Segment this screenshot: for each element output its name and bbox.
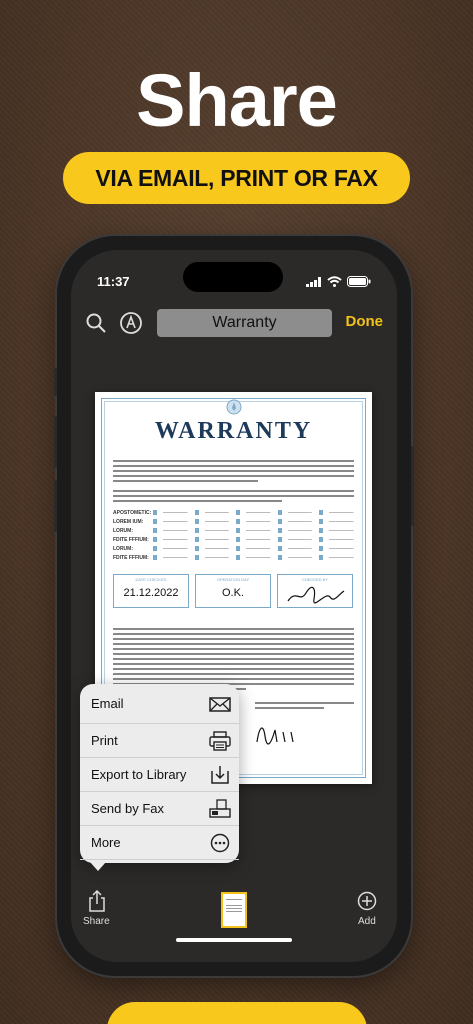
document-paragraph [255, 702, 354, 712]
menu-item-print[interactable]: Print [80, 724, 239, 758]
dynamic-island [183, 262, 283, 292]
status-icons [306, 276, 371, 287]
wifi-icon [327, 276, 342, 287]
info-box-caption: DATE CHECKED [135, 577, 167, 582]
signal-icon [306, 276, 321, 287]
checkbox-row [153, 546, 358, 553]
info-box-value: 21.12.2022 [123, 587, 179, 599]
signature-icon [287, 586, 345, 604]
row-label: LOREM IUM: [113, 519, 144, 525]
seal-icon [226, 399, 242, 415]
document-paragraph [113, 460, 354, 485]
checkbox-row [153, 555, 358, 562]
menu-item-export-to-library[interactable]: Export to Library [80, 758, 239, 792]
add-icon[interactable] [357, 891, 377, 911]
volume-up-button [54, 416, 57, 468]
battery-icon [347, 276, 371, 287]
menu-item-label: Export to Library [91, 767, 187, 782]
signature-icon [256, 727, 294, 745]
markup-pen-icon[interactable] [119, 311, 143, 335]
checkbox-row [153, 537, 358, 544]
row-label: LORUM: [113, 546, 133, 552]
power-button [411, 446, 414, 526]
info-box-date: DATE CHECKED 21.12.2022 [113, 574, 189, 608]
row-label: FDITE FFFIUM: [113, 555, 149, 561]
document-title-field[interactable]: Warranty [157, 309, 332, 337]
done-button[interactable]: Done [346, 313, 384, 330]
top-toolbar: Warranty Done [71, 305, 397, 345]
info-box-operation: OPERATION DAY O.K. [195, 574, 271, 608]
menu-item-label: Print [91, 733, 118, 748]
menu-pointer [90, 862, 106, 871]
row-label: LORUM: [113, 528, 133, 534]
share-menu: Email Print Export to Library Send by Fa… [80, 684, 239, 871]
headline: Share [136, 59, 338, 142]
checkbox-row [153, 510, 358, 517]
row-label: APOSTOMETIC: [113, 510, 152, 516]
search-icon[interactable] [84, 311, 108, 335]
side-button [54, 368, 57, 396]
volume-down-button [54, 480, 57, 532]
info-box-value: O.K. [221, 587, 244, 599]
menu-item-label: Send by Fax [91, 801, 164, 816]
checkbox-row [153, 519, 358, 526]
bottom-toolbar: Share Add [71, 886, 397, 936]
status-time: 11:37 [97, 274, 130, 289]
home-indicator [176, 938, 292, 942]
info-box-caption: CHECKED BY [301, 577, 328, 582]
menu-item-label: Email [91, 696, 124, 711]
document-title: WARRANTY [154, 418, 313, 444]
phone-frame: 11:37 Warranty Done WARRANTY APOSTOMETIC… [54, 236, 414, 976]
info-box-checked: CHECKED BY [277, 574, 353, 608]
bottom-promo-pill [107, 1002, 367, 1024]
add-label[interactable]: Add [358, 916, 376, 927]
menu-item-send-by-fax[interactable]: Send by Fax [80, 792, 239, 826]
info-box-caption: OPERATION DAY [216, 577, 250, 582]
subheadline-pill: VIA EMAIL, PRINT OR FAX [63, 152, 410, 204]
ellipsis-circle-icon [210, 833, 230, 852]
fax-icon [209, 798, 231, 818]
menu-item-email[interactable]: Email [80, 684, 239, 724]
page-thumbnail[interactable] [221, 892, 247, 928]
envelope-icon [209, 696, 231, 712]
printer-icon [209, 730, 231, 751]
download-tray-icon [211, 765, 229, 784]
document-paragraph [113, 490, 354, 505]
row-label: FDITE FFFIUM: [113, 537, 149, 543]
menu-item-label: More [91, 835, 121, 850]
menu-item-more[interactable]: More [80, 826, 239, 860]
checkbox-row [153, 528, 358, 535]
share-label[interactable]: Share [83, 916, 110, 927]
share-icon[interactable] [88, 890, 106, 912]
